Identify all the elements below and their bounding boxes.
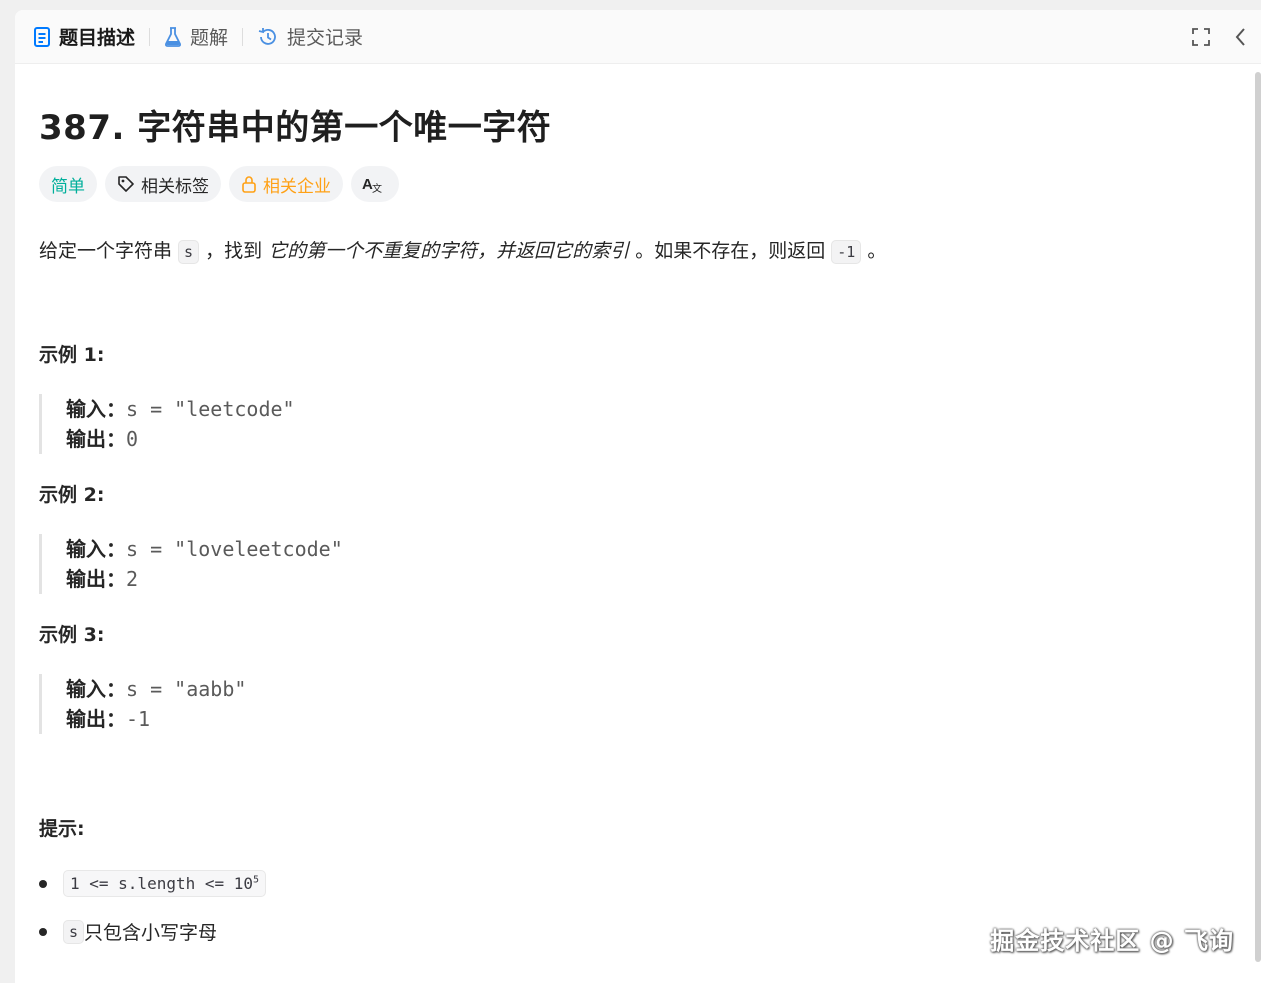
translate-button[interactable]: A 文 — [351, 166, 399, 202]
description-text: 给定一个字符串 — [39, 240, 179, 262]
description-text: 。 — [861, 240, 887, 262]
svg-text:文: 文 — [372, 182, 382, 194]
bullet — [39, 927, 47, 936]
tab-submissions[interactable]: 提交记录 — [257, 10, 377, 64]
tag-icon — [118, 176, 134, 192]
lock-icon — [242, 176, 256, 193]
related-companies-button[interactable]: 相关企业 — [229, 166, 343, 202]
constraints-title: 提示: — [39, 818, 85, 840]
example-2-title: 示例 2: — [39, 484, 105, 506]
constraint-exponent: 5 — [253, 874, 260, 886]
tab-solutions[interactable]: 题解 — [164, 10, 242, 64]
related-tags-label: 相关标签 — [141, 176, 209, 197]
flask-icon — [165, 26, 182, 47]
fullscreen-icon — [1192, 28, 1210, 46]
problem-description: 给定一个字符串 s ，找到 它的第一个不重复的字符，并返回它的索引 。如果不存在… — [39, 236, 887, 264]
tab-bar: 题目描述 题解 提交记录 — [15, 10, 1261, 64]
bullet — [39, 879, 47, 888]
input-value: s = "aabb" — [126, 677, 247, 701]
inline-code: s — [63, 919, 85, 944]
example-1-title: 示例 1: — [39, 344, 105, 366]
problem-title: 387. 字符串中的第一个唯一字符 — [39, 108, 552, 148]
input-label: 输入： — [66, 537, 126, 561]
tab-divider — [149, 27, 151, 46]
constraint-item: 1 <= s.length <= 105 — [39, 870, 267, 897]
input-label: 输入： — [66, 397, 126, 421]
output-label: 输出： — [66, 567, 126, 591]
fullscreen-button[interactable] — [1181, 10, 1221, 64]
tab-actions — [1181, 10, 1261, 64]
output-label: 输出： — [66, 707, 126, 731]
related-companies-label: 相关企业 — [263, 176, 331, 197]
tab-divider — [242, 27, 244, 46]
constraint-item: s 只包含小写字母 — [39, 918, 217, 945]
tab-solutions-label: 题解 — [190, 27, 229, 49]
problem-content: 387. 字符串中的第一个唯一字符 简单 相关标签 相关企业 A 文 给定一个字… — [39, 64, 1241, 983]
input-value: s = "leetcode" — [126, 397, 295, 421]
watermark: 掘金技术社区 @ 飞询 — [990, 927, 1234, 955]
tab-submissions-label: 提交记录 — [287, 27, 364, 49]
difficulty-badge[interactable]: 简单 — [39, 166, 97, 202]
constraint-code-text: 1 <= s.length <= 10 — [70, 874, 254, 893]
output-value: 0 — [126, 427, 139, 451]
collapse-button[interactable] — [1221, 10, 1261, 64]
inline-code: s — [178, 240, 200, 264]
translate-icon: A 文 — [362, 176, 382, 194]
description-emphasis: 它的第一个不重复的字符，并返回它的索引 — [268, 240, 630, 262]
output-label: 输出： — [66, 427, 126, 451]
problem-panel: 题目描述 题解 提交记录 387. 字符串中的第一个唯一字符 简单 相关标签 相… — [15, 10, 1261, 983]
example-3-title: 示例 3: — [39, 624, 105, 646]
chevron-left-icon — [1235, 28, 1245, 46]
tag-row: 简单 相关标签 相关企业 A 文 — [39, 166, 399, 202]
scrollbar[interactable] — [1255, 72, 1261, 962]
example-2-block: 输入：s = "loveleetcode" 输出：2 — [39, 534, 343, 594]
constraint-code: 1 <= s.length <= 105 — [63, 870, 267, 897]
input-value: s = "loveleetcode" — [126, 537, 343, 561]
constraint-text: 只包含小写字母 — [84, 922, 218, 944]
document-icon — [34, 26, 50, 47]
tab-description-label: 题目描述 — [59, 27, 136, 49]
history-icon — [258, 27, 276, 45]
related-tags-button[interactable]: 相关标签 — [105, 166, 221, 202]
output-value: 2 — [126, 567, 139, 591]
example-1-block: 输入：s = "leetcode" 输出：0 — [39, 394, 295, 454]
description-text: 。如果不存在，则返回 — [629, 240, 832, 262]
input-label: 输入： — [66, 677, 126, 701]
tab-description[interactable]: 题目描述 — [33, 10, 149, 64]
inline-code: -1 — [831, 240, 862, 264]
difficulty-label: 简单 — [51, 176, 85, 197]
output-value: -1 — [126, 707, 151, 731]
example-3-block: 输入：s = "aabb" 输出：-1 — [39, 674, 246, 734]
description-text: ，找到 — [199, 240, 269, 262]
